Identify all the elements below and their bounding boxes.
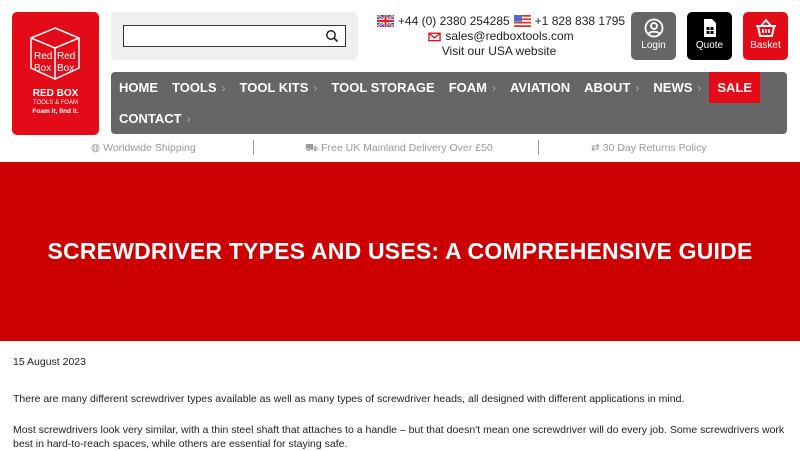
email-icon xyxy=(428,32,442,42)
basket-label: Basket xyxy=(750,40,781,51)
nav-item-tools[interactable]: TOOLS › xyxy=(172,72,226,103)
divider xyxy=(253,140,254,155)
us-phone-link[interactable]: +1 828 838 1795 xyxy=(535,14,625,28)
hero-banner: SCREWDRIVER TYPES AND USES: A COMPREHENS… xyxy=(0,162,800,341)
nav-item-label: CONTACT xyxy=(119,111,182,126)
chevron-right-icon: › xyxy=(313,80,318,95)
truck-icon: ⛟ xyxy=(305,142,319,154)
usp-free-delivery: ⛟ Free UK Mainland Delivery Over £50 xyxy=(305,142,493,154)
svg-text:Box: Box xyxy=(34,63,51,74)
basket-button[interactable]: Basket xyxy=(743,12,788,60)
exchange-icon: ⇄ xyxy=(591,142,600,154)
logo[interactable]: Red Red Box Box RED BOX TOOLS & FOAM Foam i… xyxy=(12,12,99,135)
logo-tagline: Foam it, find it. xyxy=(32,108,79,115)
main-nav: HOME TOOLS › TOOL KITS › TOOL STORAGE FOAM › AVI… xyxy=(111,72,787,134)
nav-item-contact[interactable]: CONTACT › xyxy=(119,103,191,134)
login-label: Login xyxy=(641,40,666,51)
chevron-right-icon: › xyxy=(491,80,496,95)
basket-icon xyxy=(755,18,776,37)
article-paragraph: Most screwdrivers look very similar, wit… xyxy=(13,424,785,450)
search-field xyxy=(123,25,346,47)
login-button[interactable]: Login xyxy=(631,12,676,60)
nav-item-news[interactable]: NEWS › xyxy=(653,72,701,103)
nav-item-label: HOME xyxy=(119,80,158,95)
nav-item-label: TOOL STORAGE xyxy=(331,80,435,95)
nav-item-label: ABOUT xyxy=(584,80,631,95)
chevron-right-icon: › xyxy=(697,80,702,95)
usa-website-link[interactable]: Visit our USA website xyxy=(442,44,557,58)
contact-info: +44 (0) 2380 254285 +1 828 838 1795 sales… xyxy=(368,14,630,59)
article-paragraph: There are many different screwdriver typ… xyxy=(13,393,685,405)
nav-item-tool-kits[interactable]: TOOL KITS › xyxy=(240,72,318,103)
nav-item-label: TOOL KITS xyxy=(239,80,309,95)
usp-worldwide-shipping: ◍ Worldwide Shipping xyxy=(91,142,196,154)
nav-item-home[interactable]: HOME xyxy=(119,72,158,103)
nav-item-about[interactable]: ABOUT › xyxy=(584,72,639,103)
svg-text:Red: Red xyxy=(34,51,52,62)
document-icon xyxy=(703,19,716,37)
quote-button[interactable]: Quote xyxy=(687,12,732,60)
chevron-right-icon: › xyxy=(635,80,640,95)
nav-item-tool-storage[interactable]: TOOL STORAGE xyxy=(331,72,434,103)
svg-text:Box: Box xyxy=(57,63,74,74)
uk-phone-link[interactable]: +44 (0) 2380 254285 xyxy=(398,14,510,28)
svg-text:Red: Red xyxy=(57,51,75,62)
search-input[interactable] xyxy=(124,26,319,46)
usp-bar: ◍ Worldwide Shipping ⛟ Free UK Mainland … xyxy=(0,140,800,156)
uk-flag-icon xyxy=(376,15,394,27)
quote-label: Quote xyxy=(695,40,724,51)
usp-returns: ⇄ 30 Day Returns Policy xyxy=(591,142,707,154)
nav-item-label: FOAM xyxy=(448,80,487,95)
nav-item-label: AVIATION xyxy=(509,80,571,95)
page-title: SCREWDRIVER TYPES AND USES: A COMPREHENS… xyxy=(47,238,753,264)
user-icon xyxy=(644,18,663,38)
nav-item-aviation[interactable]: AVIATION xyxy=(510,72,570,103)
nav-item-label: TOOLS xyxy=(172,80,217,95)
search-icon[interactable] xyxy=(325,29,339,43)
chevron-right-icon: › xyxy=(221,80,226,95)
logo-brand: RED BOX xyxy=(32,88,79,99)
nav-item-sale[interactable]: SALE xyxy=(709,72,761,103)
nav-item-label: SALE xyxy=(717,80,753,95)
divider xyxy=(538,140,539,155)
red-box-cube-logo: Red RedBox Box xyxy=(30,27,80,80)
logo-sub: TOOLS & FOAM xyxy=(33,100,78,106)
globe-icon: ◍ xyxy=(91,142,101,154)
nav-item-label: NEWS xyxy=(653,80,693,95)
article-date: 15 August 2023 xyxy=(13,356,86,368)
chevron-right-icon: › xyxy=(186,111,191,126)
us-flag-icon xyxy=(513,15,531,27)
search-panel xyxy=(111,12,358,60)
nav-item-foam[interactable]: FOAM › xyxy=(449,72,496,103)
email-link[interactable]: sales@redboxtools.com xyxy=(445,29,573,43)
